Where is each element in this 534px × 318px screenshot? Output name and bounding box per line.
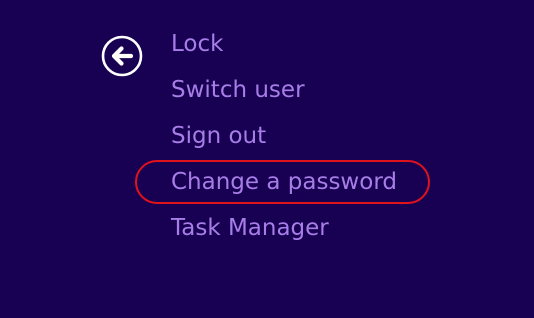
back-button[interactable] <box>101 35 143 77</box>
change-password-option[interactable]: Change a password <box>171 165 397 199</box>
task-manager-option[interactable]: Task Manager <box>171 211 329 245</box>
switch-user-option[interactable]: Switch user <box>171 73 305 107</box>
security-options-menu: Lock Switch user Sign out Change a passw… <box>171 0 511 318</box>
arrow-left-circle-icon <box>101 35 143 77</box>
sign-out-option[interactable]: Sign out <box>171 119 266 153</box>
security-options-screen: Lock Switch user Sign out Change a passw… <box>0 0 534 318</box>
lock-option[interactable]: Lock <box>171 27 223 61</box>
